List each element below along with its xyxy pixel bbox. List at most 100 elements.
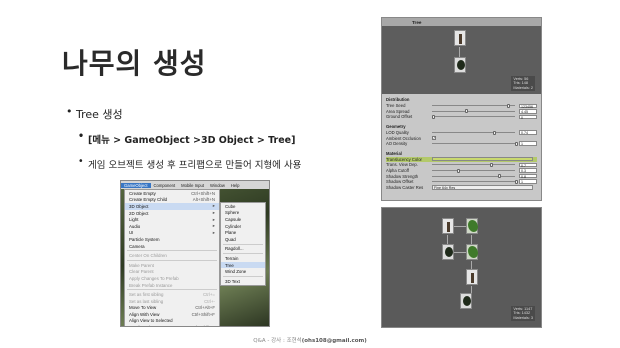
slider-knob[interactable] [498, 174, 502, 179]
prop-label: Translucency Color [386, 156, 422, 162]
submenu-item-cylinder[interactable]: Cylinder [221, 223, 265, 230]
menu-item-label: Apply Changes To Prefab [129, 275, 179, 281]
prop-slider[interactable] [432, 174, 515, 179]
leaf-node-icon[interactable] [454, 57, 466, 73]
menu-item-create-empty-child[interactable]: Create Empty Child Alt+Shift+N [125, 197, 219, 204]
prop-slider[interactable] [432, 168, 515, 173]
stat-line: Materials: 3 [513, 315, 533, 320]
menu-separator [223, 253, 263, 255]
submenu-item-ragdoll[interactable]: Ragdoll... [221, 246, 265, 253]
menu-item-toggle-active-state[interactable]: Toggle Active State Alt+Shift+A [125, 324, 219, 326]
slider-knob[interactable] [465, 109, 469, 114]
root-node-icon[interactable] [460, 293, 472, 309]
bullet-menu-path: [메뉴 > GameObject >3D Object > Tree] [78, 131, 366, 146]
slider-knob[interactable] [490, 162, 494, 167]
menubar-component[interactable]: Component [151, 183, 179, 188]
menu-item-particle-system[interactable]: Particle System [125, 236, 219, 243]
menubar-mobile-input[interactable]: Mobile Input [178, 183, 207, 188]
slider-knob[interactable] [506, 103, 510, 108]
menu-item-label: 2D Object [129, 210, 149, 216]
prop-value-field[interactable]: 0.74 [519, 130, 537, 135]
branch-node-icon[interactable] [442, 218, 454, 234]
prop-slider[interactable] [432, 141, 518, 146]
submenu-item-wind-zone[interactable]: Wind Zone [221, 268, 265, 275]
menu-item-label: Clear Parent [129, 269, 154, 275]
prop-slider[interactable] [432, 130, 515, 135]
menubar: GameObject Component Mobile Input Window Hel… [121, 181, 269, 189]
prop-label: LOD Quality [386, 130, 409, 136]
menu-item-label: Align With View [129, 311, 160, 317]
submenu-item-capsule[interactable]: Capsule [221, 216, 265, 223]
prop-value-field[interactable]: 0.8 [519, 173, 537, 179]
menu-item-label: Center On Children [129, 253, 167, 259]
inspector-title: Tree [412, 19, 422, 25]
frond-node-icon[interactable] [466, 218, 478, 234]
menubar-gameobject[interactable]: GameObject [121, 182, 151, 188]
frond-node-icon-2[interactable] [466, 244, 478, 260]
prop-slider[interactable] [432, 103, 515, 108]
prop-value-field[interactable]: 0 [519, 114, 537, 120]
stat-line: Tris: 1432 [513, 311, 531, 316]
menu-item-create-empty[interactable]: Create Empty Ctrl+Shift+N [125, 190, 219, 197]
prop-label: Trans. View Dep. [386, 162, 418, 168]
prop-value-field[interactable]: 0.7 [519, 162, 537, 168]
menu-item-ui[interactable]: UI ▸ [125, 230, 219, 237]
submenu-item-plane[interactable]: Plane [221, 229, 265, 236]
menu-item-label: Plane [225, 230, 237, 236]
slider-knob[interactable] [493, 130, 497, 135]
menu-item-align-view-to-selected[interactable]: Align View to Selected [125, 318, 219, 325]
prop-slider[interactable] [432, 179, 518, 184]
prop-value-field[interactable]: 4.45 [519, 109, 537, 114]
submenu-item-cube[interactable]: Cube [221, 203, 265, 210]
prop-slider[interactable] [432, 114, 515, 119]
menu-item-move-to-view[interactable]: Move To View Ctrl+Alt+F [125, 305, 219, 312]
prop-value-field[interactable]: 0.3 [519, 168, 537, 173]
menu-item-2d-object[interactable]: 2D Object ▸ [125, 210, 219, 217]
hierarchy-stats: Verts: 1147 Tris: 1432 Materials: 3 [511, 305, 535, 321]
slider-knob[interactable] [515, 141, 518, 146]
slider-knob[interactable] [432, 114, 435, 119]
menu-item-label: Audio [129, 223, 141, 229]
submenu-item-quad[interactable]: Quad [221, 236, 265, 243]
prop-slider[interactable] [432, 109, 515, 114]
prop-label: Area Spread [386, 108, 410, 114]
submenu-item-tree[interactable]: Tree [221, 261, 265, 269]
submenu-item-sphere[interactable]: Sphere [221, 210, 265, 217]
menu-item-audio[interactable]: Audio ▸ [125, 223, 219, 230]
menu-separator [127, 250, 217, 252]
menu-item-camera[interactable]: Camera [125, 243, 219, 250]
leaf-node-icon-2[interactable] [442, 244, 454, 260]
prop-value-field[interactable]: 1 [519, 179, 537, 184]
submenu-item-terrain[interactable]: Terrain [221, 255, 265, 262]
prop-slider[interactable] [432, 162, 515, 167]
footer-email: (ohs108@gmail.com) [301, 338, 367, 344]
prop-row-translucency-color: Translucency Color [386, 156, 537, 163]
trunk-node-icon[interactable] [454, 30, 466, 46]
submenu-item-3d-text[interactable]: 3D Text [221, 278, 265, 285]
menu-item-shortcut: Ctrl+- [204, 298, 215, 304]
menu-item-3d-object[interactable]: 3D Object ▸ [125, 203, 219, 210]
menubar-window[interactable]: Window [207, 183, 228, 188]
prop-value-field[interactable]: 123456 [519, 103, 537, 108]
menu-item-align-with-view[interactable]: Align With View Ctrl+Shift+F [125, 311, 219, 318]
inspector-header: Tree [382, 18, 541, 26]
menu-item-label: Terrain [225, 255, 239, 261]
prop-checkbox[interactable]: ✓ [432, 136, 436, 141]
prop-value-field[interactable]: 1 [519, 141, 537, 146]
menu-item-shortcut: Ctrl+Alt+F [195, 305, 215, 311]
translucency-color-swatch[interactable] [432, 157, 533, 162]
shadow-caster-select[interactable]: Fine 64x Res [432, 185, 533, 190]
prop-row-shadow-caster-res: Shadow Caster Res Fine 64x Res [386, 185, 537, 191]
preview-stats: Verts: 56 Tris: 148 Materials: 2 [511, 75, 535, 91]
menu-item-label: Break Prefab Instance [129, 282, 173, 288]
menu-item-light[interactable]: Light ▸ [125, 216, 219, 223]
3d-object-submenu: Cube Sphere Capsule Cylinder Plane Quad Ragdol… [220, 202, 266, 286]
slider-knob[interactable] [515, 179, 518, 184]
menubar-help[interactable]: Help [228, 183, 243, 188]
menu-item-shortcut: ▸ [212, 210, 215, 216]
prop-label: Alpha Cutoff [386, 168, 409, 174]
prop-label: Shadow Offset [386, 179, 414, 185]
slider-knob[interactable] [456, 168, 460, 173]
menu-item-set-as-first-sibling: Set as first sibling Ctrl+= [125, 291, 219, 298]
trunk-node-icon-2[interactable] [466, 269, 478, 285]
